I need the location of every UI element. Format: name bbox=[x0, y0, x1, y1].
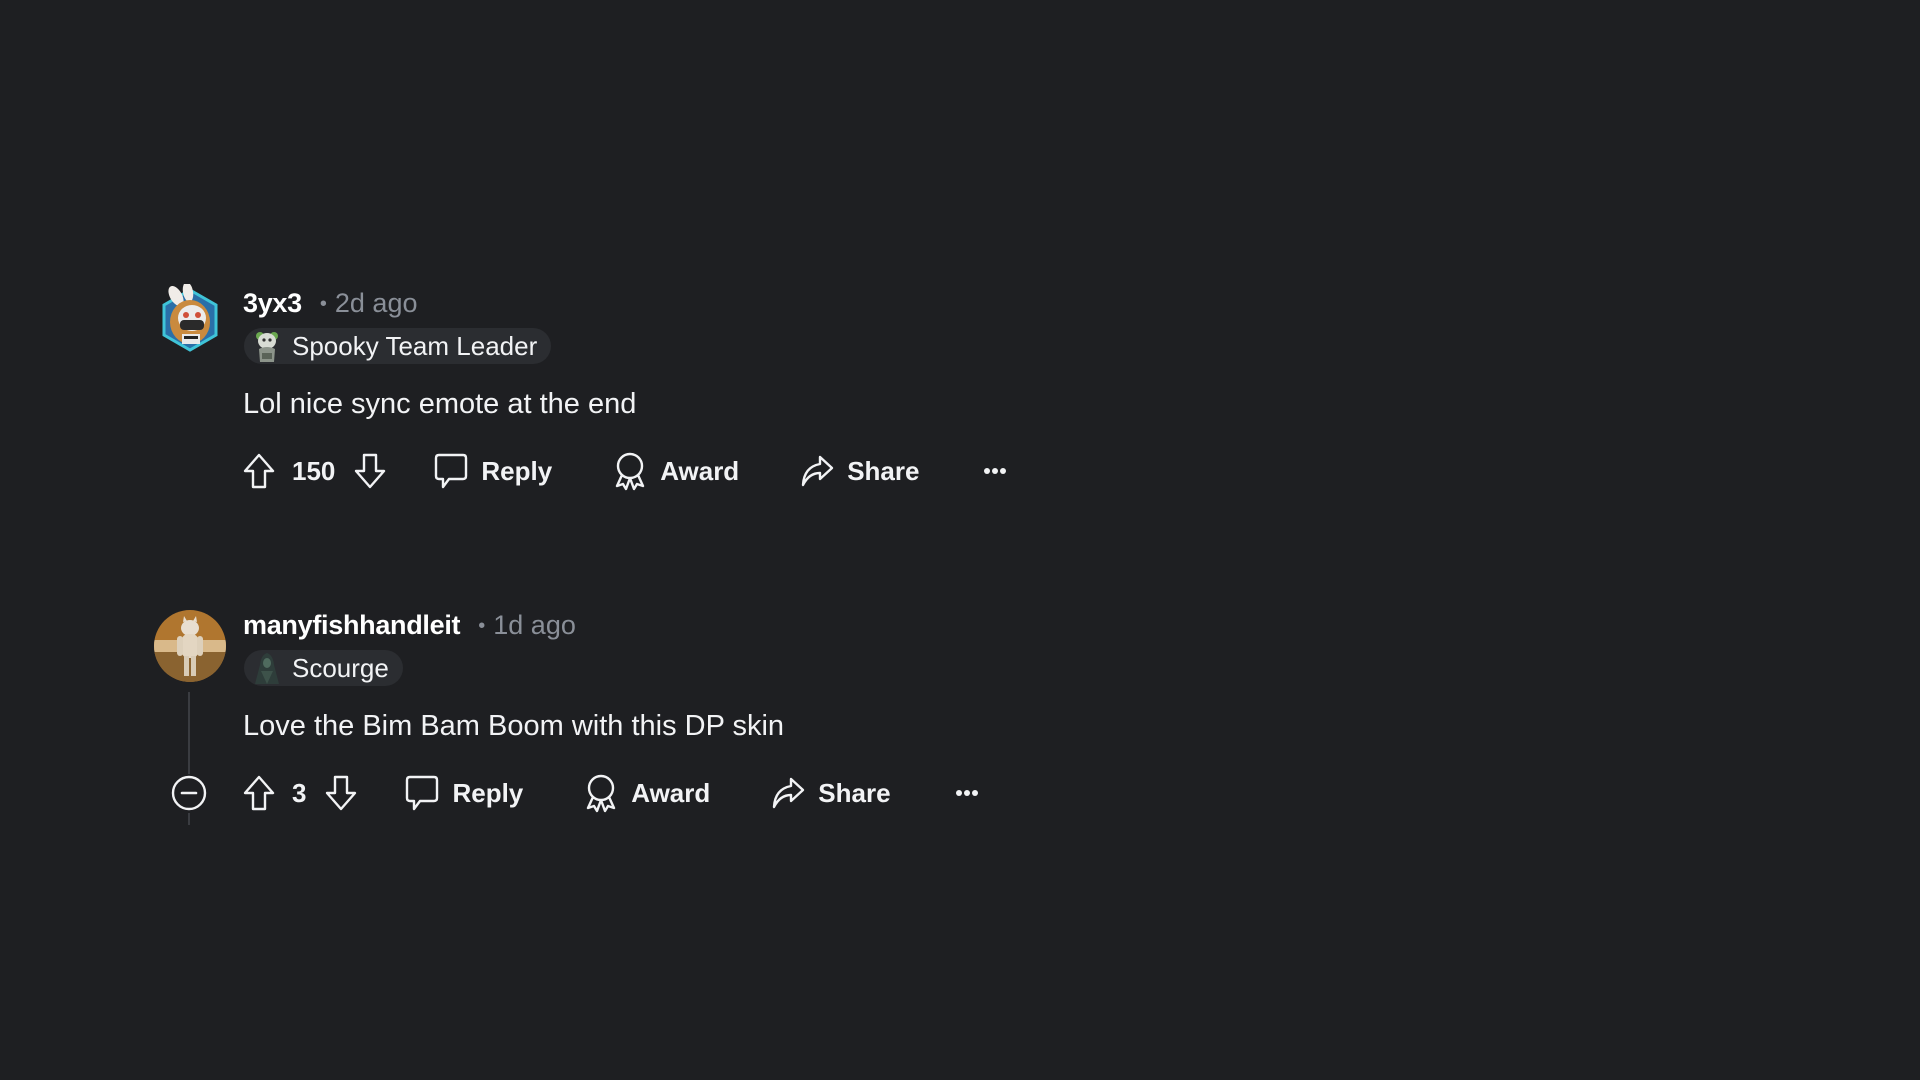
downvote-arrow-icon bbox=[326, 775, 357, 811]
username[interactable]: 3yx3 bbox=[243, 288, 302, 319]
comment-action-bar: 3 Reply Award Share bbox=[242, 771, 979, 815]
meta-separator: • bbox=[319, 293, 327, 315]
comment-bubble-icon bbox=[435, 453, 468, 489]
award-ribbon-icon bbox=[616, 452, 645, 491]
share-button[interactable]: Share bbox=[799, 453, 919, 489]
share-arrow-icon bbox=[773, 777, 805, 809]
award-button[interactable]: Award bbox=[612, 451, 739, 491]
thread-line[interactable] bbox=[188, 813, 190, 825]
vote-count: 3 bbox=[292, 777, 307, 808]
upvote-arrow-icon bbox=[243, 775, 275, 811]
standing-cat-avatar-icon bbox=[154, 610, 226, 682]
vote-count: 150 bbox=[292, 455, 336, 486]
user-flair: Spooky Team Leader bbox=[244, 328, 552, 364]
downvote-button[interactable] bbox=[324, 774, 358, 812]
comment-body: Lol nice sync emote at the end bbox=[243, 388, 637, 420]
flair-label: Scourge bbox=[292, 652, 389, 683]
award-ribbon-icon bbox=[587, 774, 616, 813]
award-label: Award bbox=[631, 777, 711, 808]
comment-bubble-icon bbox=[406, 775, 439, 811]
award-label: Award bbox=[660, 455, 740, 486]
reply-button[interactable]: Reply bbox=[404, 774, 523, 812]
timestamp[interactable]: 1d ago bbox=[493, 610, 576, 641]
timestamp[interactable]: 2d ago bbox=[335, 288, 418, 319]
more-options-icon bbox=[984, 468, 1007, 474]
user-flair: Scourge bbox=[244, 650, 403, 686]
comment-meta: 3yx3 • 2d ago bbox=[243, 288, 417, 319]
share-label: Share bbox=[818, 777, 891, 808]
downvote-button[interactable] bbox=[353, 452, 387, 490]
bunny-hood-avatar-icon bbox=[162, 284, 218, 352]
thread-line[interactable] bbox=[188, 692, 190, 774]
upvote-arrow-icon bbox=[243, 453, 275, 489]
username[interactable]: manyfishhandleit bbox=[243, 610, 461, 641]
share-label: Share bbox=[847, 455, 920, 486]
share-button[interactable]: Share bbox=[770, 775, 891, 811]
upvote-button[interactable] bbox=[242, 452, 276, 490]
user-avatar[interactable] bbox=[154, 284, 226, 356]
flair-label: Spooky Team Leader bbox=[292, 330, 538, 361]
reply-label: Reply bbox=[452, 777, 524, 808]
comment-body: Love the Bim Bam Boom with this DP skin bbox=[243, 710, 785, 742]
more-options-icon bbox=[955, 790, 978, 796]
comment-action-bar: 150 Reply Award Share bbox=[242, 449, 1007, 493]
upvote-button[interactable] bbox=[242, 774, 276, 812]
share-arrow-icon bbox=[802, 455, 834, 487]
ghost-bear-flair-icon bbox=[256, 332, 278, 362]
reply-label: Reply bbox=[481, 455, 553, 486]
collapse-minus-icon bbox=[171, 775, 207, 811]
meta-separator: • bbox=[478, 615, 486, 637]
reply-button[interactable]: Reply bbox=[433, 452, 552, 490]
award-button[interactable]: Award bbox=[583, 773, 710, 813]
comment-meta: manyfishhandleit • 1d ago bbox=[243, 610, 576, 641]
more-options-button[interactable] bbox=[983, 467, 1007, 475]
hooded-figure-flair-icon bbox=[255, 653, 279, 684]
user-avatar[interactable] bbox=[154, 610, 226, 682]
more-options-button[interactable] bbox=[955, 789, 979, 797]
collapse-thread-button[interactable] bbox=[171, 775, 207, 811]
downvote-arrow-icon bbox=[355, 453, 386, 489]
